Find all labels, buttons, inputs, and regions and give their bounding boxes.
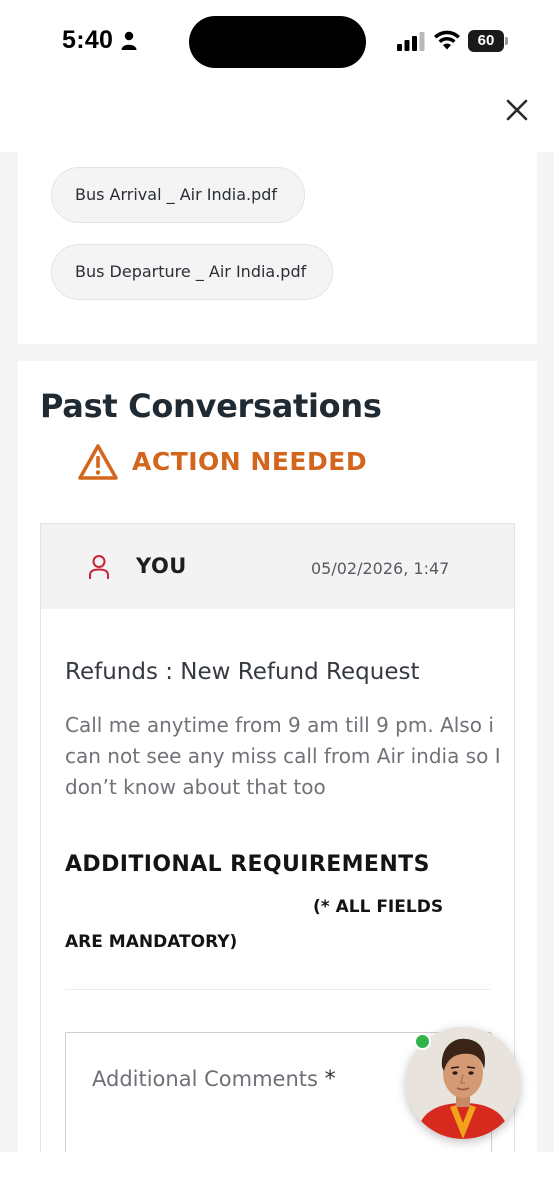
attachment-chip-bus-arrival[interactable]: Bus Arrival _ Air India.pdf	[51, 167, 305, 223]
action-needed-label: ACTION NEEDED	[132, 447, 368, 476]
online-status-indicator	[414, 1033, 431, 1050]
battery-level: 60	[468, 30, 504, 52]
message-header: YOU 05/02/2026, 1:47	[41, 524, 514, 609]
additional-comments-label-text: Additional Comments	[92, 1067, 318, 1091]
action-needed-badge: ACTION NEEDED	[77, 443, 407, 483]
status-time: 5:40	[62, 26, 114, 54]
close-icon[interactable]	[502, 95, 532, 125]
message-sender: YOU	[136, 554, 187, 578]
warning-icon	[78, 444, 118, 480]
message-timestamp: 05/02/2026, 1:47	[311, 559, 450, 578]
battery-cap	[505, 37, 508, 45]
modal-header	[0, 84, 554, 152]
additional-comments-label: Additional Comments *	[92, 1067, 336, 1092]
requirements-note: (* ALL FIELDS	[313, 897, 444, 917]
status-bar: 5:40 60	[0, 0, 554, 84]
required-asterisk: *	[324, 1067, 336, 1092]
battery-icon: 60	[468, 30, 508, 52]
bottom-strip	[0, 1152, 554, 1200]
section-title: Past Conversations	[40, 387, 382, 425]
requirements-note-continued: ARE MANDATORY)	[65, 932, 238, 952]
attachment-chip-bus-departure[interactable]: Bus Departure _ Air India.pdf	[51, 244, 333, 300]
message-body: Call me anytime from 9 am till 9 pm. Als…	[65, 713, 501, 799]
dynamic-island	[189, 16, 366, 68]
user-icon	[89, 555, 109, 579]
divider	[65, 989, 490, 990]
person-icon	[121, 31, 137, 50]
message-subject: Refunds : New Refund Request	[65, 659, 420, 685]
cellular-signal-icon	[397, 32, 425, 51]
wifi-icon	[434, 30, 460, 50]
additional-requirements-title: ADDITIONAL REQUIREMENTS	[65, 852, 430, 877]
attachments-card: Bus Arrival _ Air India.pdf Bus Departur…	[18, 152, 537, 344]
